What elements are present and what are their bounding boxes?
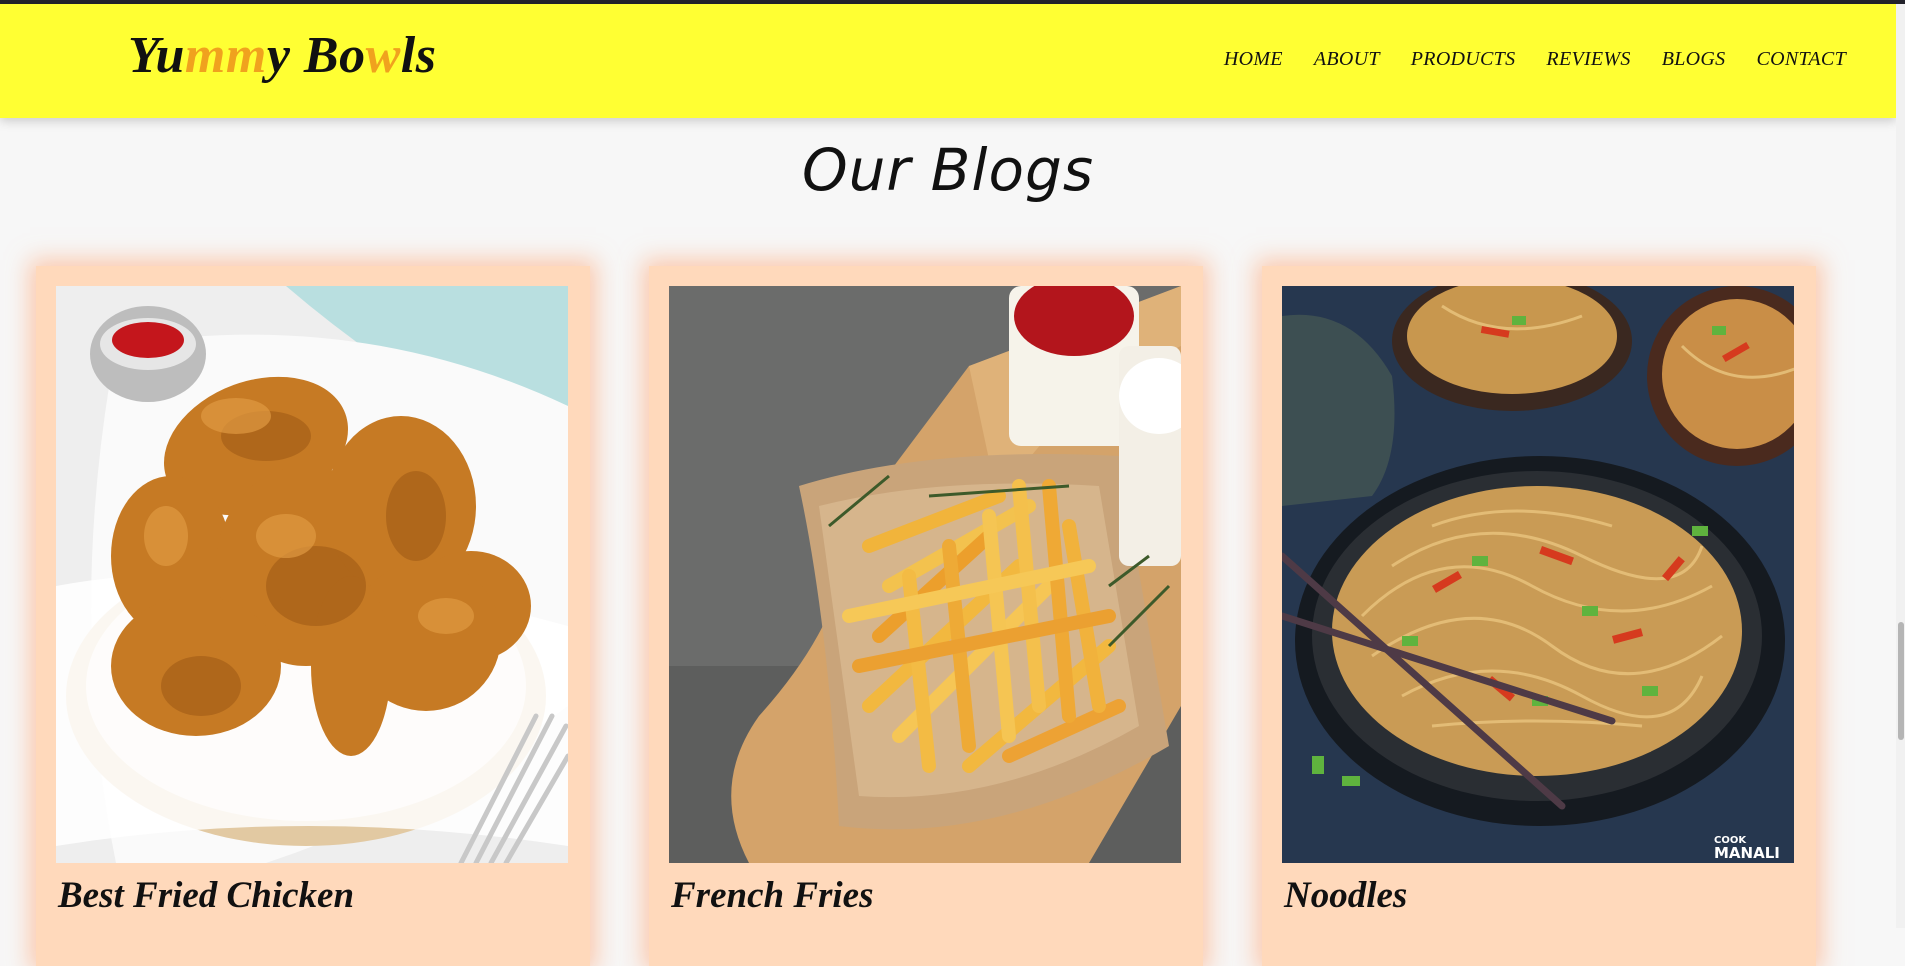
logo-accent-part: mm bbox=[184, 27, 267, 84]
blog-card-title[interactable]: Noodles bbox=[1284, 874, 1407, 917]
nav-about[interactable]: ABOUT bbox=[1314, 48, 1380, 71]
section-title: Our Blogs bbox=[801, 136, 1095, 204]
logo-text-part: Yu bbox=[128, 27, 185, 84]
nav-home[interactable]: HOME bbox=[1224, 48, 1283, 71]
site-logo[interactable]: Yummy Bowls bbox=[128, 26, 436, 85]
logo-text-part: ls bbox=[400, 27, 437, 84]
blog-card-title[interactable]: French Fries bbox=[671, 874, 874, 917]
noodles-photo[interactable]: COOK MANALI bbox=[1282, 286, 1794, 863]
nav-blogs[interactable]: BLOGS bbox=[1662, 48, 1726, 71]
blog-card-noodles[interactable]: COOK MANALI Noodles bbox=[1262, 266, 1816, 966]
blog-card-title[interactable]: Best Fried Chicken bbox=[58, 874, 354, 917]
nav-contact[interactable]: CONTACT bbox=[1756, 48, 1846, 71]
logo-accent-part: w bbox=[365, 27, 401, 84]
page-scrollbar[interactable] bbox=[1896, 4, 1905, 928]
scrollbar-thumb[interactable] bbox=[1898, 622, 1904, 740]
blog-card-fried-chicken[interactable]: Best Fried Chicken bbox=[36, 266, 590, 966]
nav-products[interactable]: PRODUCTS bbox=[1411, 48, 1516, 71]
logo-text-part: y Bo bbox=[266, 27, 366, 84]
nav-reviews[interactable]: REVIEWS bbox=[1546, 48, 1630, 71]
svg-text:MANALI: MANALI bbox=[1714, 844, 1780, 862]
main-nav: HOME ABOUT PRODUCTS REVIEWS BLOGS CONTAC… bbox=[1224, 48, 1846, 71]
navbar: Yummy Bowls HOME ABOUT PRODUCTS REVIEWS … bbox=[0, 4, 1896, 118]
fried-chicken-photo[interactable] bbox=[56, 286, 568, 863]
blog-card-french-fries[interactable]: French Fries bbox=[649, 266, 1203, 966]
french-fries-photo[interactable] bbox=[669, 286, 1181, 863]
